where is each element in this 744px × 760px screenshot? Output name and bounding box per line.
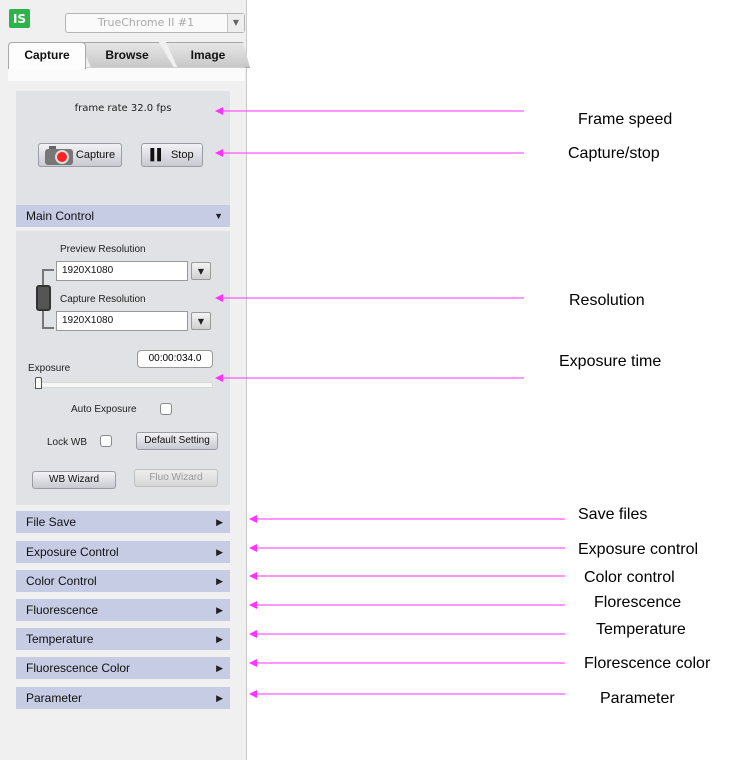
arrow-head-icon	[249, 515, 257, 523]
main-control-body: Preview Resolution 1920X1080 ▼ Capture R…	[16, 231, 230, 505]
caret-right-icon: ▶	[216, 517, 223, 527]
caret-right-icon: ▶	[216, 693, 223, 703]
exposure-label: Exposure	[28, 363, 71, 374]
section-label: Parameter	[26, 691, 83, 705]
caret-right-icon: ▶	[216, 634, 223, 644]
annotation-exposure-control: Exposure control	[578, 541, 699, 558]
main-control-title: Main Control	[26, 209, 95, 223]
link-resolution-icon[interactable]	[36, 285, 51, 311]
caret-right-icon: ▶	[216, 605, 223, 615]
app-logo: IS	[9, 9, 30, 28]
caret-right-icon: ▶	[216, 547, 223, 557]
section-file-save[interactable]: File Save ▶	[16, 511, 230, 533]
preview-resolution-select[interactable]: 1920X1080	[56, 261, 188, 281]
stop-button-label: Stop	[170, 149, 194, 161]
pause-icon: ▌▌	[150, 149, 165, 161]
capture-dropdown-icon[interactable]: ▼	[191, 312, 211, 330]
capture-box: frame rate 32.0 fps Capture ▌▌ Stop	[16, 91, 230, 205]
camera-select[interactable]: TrueChrome II #1 ▼	[65, 13, 245, 33]
tab-capture[interactable]: Capture	[8, 42, 86, 69]
camera-icon	[44, 145, 73, 165]
capture-button[interactable]: Capture	[38, 143, 122, 167]
capture-button-label: Capture	[75, 149, 116, 161]
annotation-florescence-color: Florescence color	[584, 655, 711, 672]
annotation-capture-stop: Capture/stop	[568, 145, 660, 162]
section-label: Color Control	[26, 574, 97, 588]
wb-wizard-button[interactable]: WB Wizard	[32, 471, 116, 489]
auto-exposure-label: Auto Exposure	[71, 404, 137, 415]
tab-browse[interactable]: Browse	[80, 42, 174, 68]
tab-content-top	[8, 67, 245, 81]
arrow-head-icon	[249, 630, 257, 638]
auto-exposure-checkbox[interactable]	[160, 403, 172, 415]
control-panel: IS TrueChrome II #1 ▼ Image Browse Captu…	[0, 0, 250, 760]
caret-right-icon: ▶	[216, 663, 223, 673]
annotation-resolution: Resolution	[569, 292, 645, 309]
section-label: Fluorescence Color	[26, 661, 131, 675]
annotation-florescence: Florescence	[594, 594, 682, 611]
default-setting-button[interactable]: Default Setting	[136, 432, 218, 450]
section-color-control[interactable]: Color Control ▶	[16, 570, 230, 592]
main-control-header[interactable]: Main Control ▼	[16, 205, 230, 227]
section-parameter[interactable]: Parameter ▶	[16, 687, 230, 709]
arrow-head-icon	[249, 690, 257, 698]
section-fluorescence[interactable]: Fluorescence ▶	[16, 599, 230, 621]
caret-down-icon: ▼	[214, 211, 223, 221]
caret-right-icon: ▶	[216, 576, 223, 586]
section-temperature[interactable]: Temperature ▶	[16, 628, 230, 650]
annotation-save-files: Save files	[578, 506, 648, 523]
link-bracket-bottom	[42, 311, 54, 329]
section-label: File Save	[26, 515, 77, 529]
frame-rate-text: frame rate 32.0 fps	[74, 103, 172, 114]
arrow-head-icon	[249, 572, 257, 580]
fluo-wizard-button: Fluo Wizard	[134, 469, 218, 487]
exposure-time-field[interactable]: 00:00:034.0	[137, 350, 213, 368]
section-label: Temperature	[26, 632, 94, 646]
capture-resolution-select[interactable]: 1920X1080	[56, 311, 188, 331]
arrow-head-icon	[249, 601, 257, 609]
lock-wb-label: Lock WB	[47, 437, 88, 448]
tab-bar: Image Browse Capture	[8, 42, 250, 69]
chevron-down-icon[interactable]: ▼	[227, 14, 244, 32]
camera-select-value: TrueChrome II #1	[97, 16, 195, 29]
annotation-temperature: Temperature	[596, 621, 686, 638]
preview-resolution-label: Preview Resolution	[60, 244, 146, 255]
annotation-color-control: Color control	[584, 569, 675, 586]
annotation-exposure-time: Exposure time	[559, 353, 662, 370]
annotation-parameter: Parameter	[600, 690, 675, 707]
arrow-head-icon	[249, 659, 257, 667]
lock-wb-checkbox[interactable]	[100, 435, 112, 447]
arrow-head-icon	[249, 544, 257, 552]
annotation-frame-speed: Frame speed	[578, 111, 673, 128]
section-label: Exposure Control	[26, 545, 119, 559]
section-fluorescence-color[interactable]: Fluorescence Color ▶	[16, 657, 230, 679]
exposure-slider-track[interactable]	[33, 382, 213, 388]
exposure-slider-thumb[interactable]	[34, 377, 42, 389]
capture-resolution-label: Capture Resolution	[60, 294, 146, 305]
preview-dropdown-icon[interactable]: ▼	[191, 262, 211, 280]
section-exposure-control[interactable]: Exposure Control ▶	[16, 541, 230, 563]
stop-button[interactable]: ▌▌ Stop	[141, 143, 203, 167]
tab-image[interactable]: Image	[166, 42, 250, 68]
section-label: Fluorescence	[26, 603, 99, 617]
